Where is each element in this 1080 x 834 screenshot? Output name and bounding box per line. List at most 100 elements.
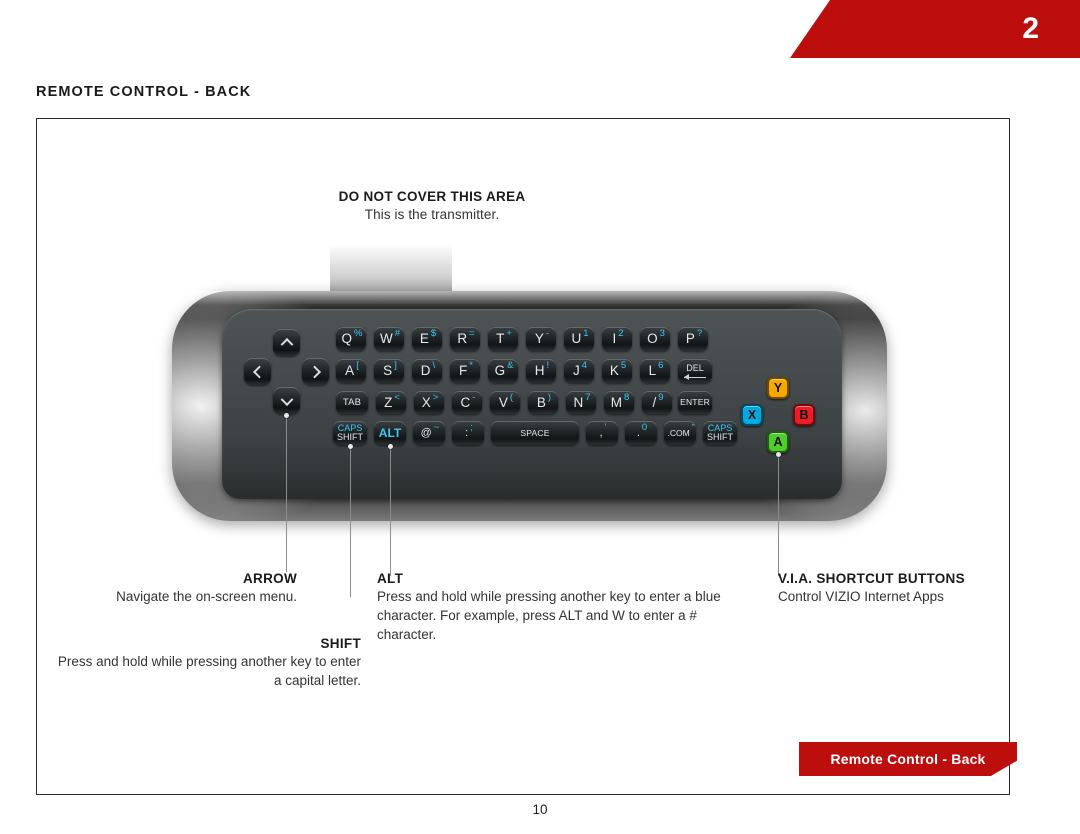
- key-enter[interactable]: ENTER: [678, 391, 712, 414]
- key-u-alt: 1: [583, 328, 589, 340]
- key-k[interactable]: K 5: [602, 359, 632, 383]
- key-r[interactable]: R =: [450, 327, 480, 351]
- key-g-alt: &: [507, 360, 514, 372]
- key-g[interactable]: G &: [488, 359, 518, 383]
- callout-arrow-heading: ARROW: [243, 571, 297, 586]
- key-colon-main: :: [465, 426, 469, 439]
- key-t-alt: +: [506, 328, 512, 340]
- up-arrow-icon: [280, 337, 293, 351]
- callout-alt: ALT Press and hold while pressing anothe…: [377, 571, 722, 644]
- key-dotcom[interactable]: .COM ": [664, 421, 696, 445]
- key-o[interactable]: O 3: [640, 327, 670, 351]
- key-a[interactable]: A [: [336, 359, 366, 383]
- key-q-main: Q: [341, 331, 353, 347]
- key-b-alt: ): [547, 391, 552, 403]
- key-u[interactable]: U 1: [564, 327, 594, 351]
- key-k-main: K: [609, 363, 619, 379]
- key-p-alt: ?: [696, 328, 703, 340]
- key-caps-shift-right[interactable]: CAPS SHIFT: [703, 421, 737, 445]
- footer-tag: Remote Control - Back: [799, 742, 1017, 776]
- nav-up-button[interactable]: [273, 329, 300, 356]
- via-button-b[interactable]: B: [793, 404, 815, 426]
- key-p[interactable]: P ?: [678, 327, 708, 351]
- key-b-main: B: [536, 394, 546, 410]
- key-l[interactable]: L 6: [640, 359, 670, 383]
- key-period[interactable]: . 0: [625, 421, 657, 445]
- via-button-a[interactable]: A: [767, 431, 789, 453]
- key-space[interactable]: SPACE: [491, 421, 579, 445]
- nav-left-button[interactable]: [244, 358, 271, 385]
- key-w[interactable]: W #: [374, 327, 404, 351]
- key-j[interactable]: J 4: [564, 359, 594, 383]
- key-s[interactable]: S ]: [374, 359, 404, 383]
- via-button-y[interactable]: Y: [767, 377, 789, 399]
- key-i[interactable]: I 2: [602, 327, 632, 351]
- key-r-main: R: [457, 331, 468, 347]
- key-slash-main: /: [652, 394, 657, 410]
- content-frame: DO NOT COVER THIS AREA This is the trans…: [36, 118, 1017, 796]
- left-arrow-icon: [252, 365, 266, 378]
- leader-line-shift: [348, 444, 353, 597]
- via-button-b-label: B: [799, 408, 809, 422]
- key-t[interactable]: T +: [488, 327, 518, 351]
- key-p-main: P: [685, 331, 695, 347]
- callout-arrow-body: Navigate the on-screen menu.: [116, 589, 297, 604]
- key-r-alt: =: [469, 328, 475, 340]
- key-h[interactable]: H !: [526, 359, 556, 383]
- key-g-main: G: [494, 363, 506, 379]
- key-d[interactable]: D \: [412, 359, 442, 383]
- key-x-alt: >: [432, 391, 439, 403]
- key-caps-shift-left[interactable]: CAPS SHIFT: [333, 421, 367, 445]
- key-at-main: @: [420, 426, 432, 439]
- key-h-alt: !: [546, 360, 550, 372]
- key-j-alt: 4: [581, 360, 588, 372]
- key-q[interactable]: Q %: [336, 327, 366, 351]
- key-x[interactable]: X >: [414, 391, 444, 414]
- key-m[interactable]: M 8: [604, 391, 634, 414]
- key-s-alt: ]: [394, 360, 397, 372]
- key-slash[interactable]: / 9: [642, 391, 672, 414]
- callout-arrow: ARROW Navigate the on-screen menu.: [47, 571, 297, 606]
- key-z-main: Z: [384, 394, 393, 410]
- key-o-alt: 3: [659, 328, 665, 340]
- key-j-main: J: [572, 363, 580, 379]
- remote-illustration: Y X B A Q % W # E $ R = T + Y - U 1 I 2 …: [37, 119, 1011, 796]
- key-alt[interactable]: ALT: [374, 421, 406, 445]
- key-e-alt: $: [430, 328, 437, 340]
- nav-right-button[interactable]: [302, 358, 329, 385]
- key-e-main: E: [419, 331, 429, 347]
- via-button-x-label: X: [747, 408, 757, 422]
- key-tab-main: TAB: [342, 396, 362, 408]
- key-v-main: V: [498, 394, 508, 410]
- key-z[interactable]: Z <: [376, 391, 406, 414]
- key-y[interactable]: Y -: [526, 327, 556, 351]
- key-u-main: U: [571, 331, 582, 347]
- key-comma[interactable]: , ': [586, 421, 618, 445]
- key-caps-shift-right-shift: SHIFT: [707, 432, 733, 442]
- key-e[interactable]: E $: [412, 327, 442, 351]
- key-c[interactable]: C -: [452, 391, 482, 414]
- key-slash-alt: 9: [658, 391, 664, 403]
- nav-down-button[interactable]: [273, 387, 300, 414]
- key-h-main: H: [534, 363, 545, 379]
- key-tab[interactable]: TAB: [336, 391, 368, 414]
- key-b[interactable]: B ): [528, 391, 558, 414]
- key-v-alt: (: [509, 391, 514, 403]
- key-delete-label: DEL: [686, 363, 704, 374]
- key-colon[interactable]: : ;: [452, 421, 484, 445]
- key-f[interactable]: F *: [450, 359, 480, 383]
- key-space-main: SPACE: [520, 427, 550, 438]
- key-v[interactable]: V (: [490, 391, 520, 414]
- via-button-x[interactable]: X: [741, 404, 763, 426]
- callout-shift-heading: SHIFT: [320, 636, 361, 651]
- key-at[interactable]: @ ~: [413, 421, 445, 445]
- key-o-main: O: [647, 331, 658, 347]
- footer-tag-label: Remote Control - Back: [830, 751, 986, 767]
- key-dotcom-main: .COM: [667, 427, 690, 438]
- key-n[interactable]: N 7: [566, 391, 596, 414]
- key-delete[interactable]: DEL: [678, 359, 712, 383]
- key-l-main: L: [648, 363, 657, 379]
- key-alt-main: ALT: [378, 426, 402, 440]
- backspace-arrow-icon: [684, 374, 706, 381]
- via-button-a-label: A: [773, 435, 783, 449]
